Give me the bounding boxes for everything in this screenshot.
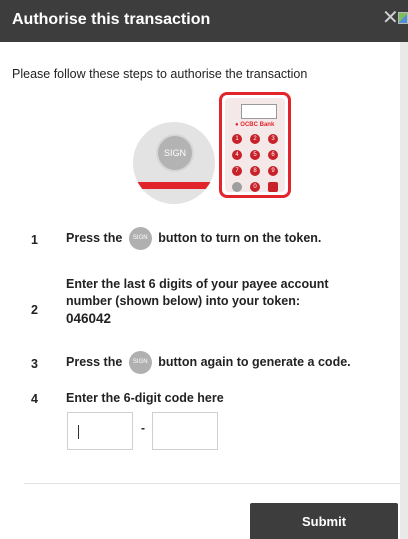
step-number: 1	[31, 233, 38, 247]
code-input-second[interactable]	[152, 412, 218, 450]
token-key: 3	[268, 134, 278, 144]
token-key: 2	[250, 134, 260, 144]
token-key: 4	[232, 150, 242, 160]
token-logo: ● OCBC Bank	[235, 122, 275, 128]
dialog-header: Authorise this transaction ✕	[0, 0, 408, 42]
sign-button-zoom: SIGN	[133, 122, 215, 204]
step-1-text: Press the SIGN button to turn on the tok…	[66, 227, 321, 251]
sign-button-icon: SIGN	[128, 351, 152, 375]
payee-account-digits: 046042	[66, 311, 112, 326]
token-key: 0	[250, 182, 260, 192]
step-4-text: Enter the 6-digit code here	[66, 391, 224, 405]
code-input-first[interactable]	[67, 412, 133, 450]
page-background	[400, 0, 408, 539]
token-key: 5	[250, 150, 260, 160]
step-number: 4	[31, 392, 38, 406]
step-3-text: Press the SIGN button again to generate …	[66, 351, 351, 375]
token-key: 6	[268, 150, 278, 160]
token-illustration: SIGN ● OCBC Bank 1 2 3 4 5 6 7 8 9 0	[128, 92, 296, 204]
intro-text: Please follow these steps to authorise t…	[12, 67, 308, 81]
dialog-title: Authorise this transaction	[12, 11, 211, 28]
text-cursor	[78, 425, 79, 439]
submit-button[interactable]: Submit	[250, 503, 398, 539]
token-sign-key	[232, 182, 242, 192]
token-ok-key	[268, 182, 278, 192]
step-number: 2	[31, 303, 38, 317]
sign-button-icon: SIGN	[128, 227, 152, 251]
close-icon[interactable]: ✕	[382, 8, 399, 28]
divider	[24, 483, 400, 484]
token-key: 9	[268, 166, 278, 176]
code-separator: -	[141, 421, 145, 435]
security-token-image: ● OCBC Bank 1 2 3 4 5 6 7 8 9 0	[219, 92, 291, 198]
token-screen	[241, 104, 277, 119]
broken-image-icon	[398, 12, 408, 24]
token-key: 7	[232, 166, 242, 176]
token-key: 1	[232, 134, 242, 144]
step-2-text: Enter the last 6 digits of your payee ac…	[66, 277, 329, 326]
step-number: 3	[31, 357, 38, 371]
token-key: 8	[250, 166, 260, 176]
sign-button-image: SIGN	[156, 134, 194, 172]
red-bar	[133, 182, 215, 189]
